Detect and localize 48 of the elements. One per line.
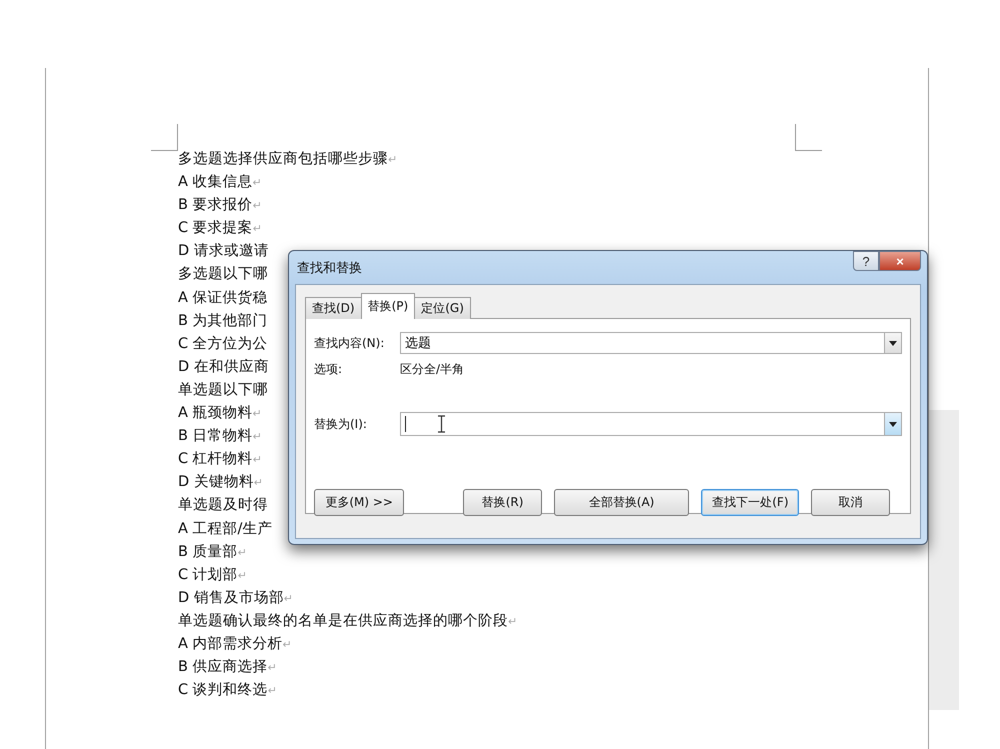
document-line: 单选题及时得	[178, 496, 268, 516]
caret-icon	[889, 340, 897, 346]
document-line: 单选题确认最终的名单是在供应商选择的哪个阶段↵	[178, 612, 518, 631]
dialog-button[interactable]: 替换(R)	[463, 489, 542, 516]
text-caret-icon	[405, 416, 406, 432]
dialog-button[interactable]: 查找下一处(F)	[701, 489, 800, 516]
document-line: C 谈判和终选↵	[178, 681, 277, 700]
document-line: 单选题以下哪	[178, 380, 268, 400]
document-line: D 在和供应商	[178, 358, 269, 377]
find-field[interactable]: 选题	[400, 332, 884, 354]
dropdown-button[interactable]	[884, 332, 902, 354]
document-line: A 收集信息↵	[178, 173, 262, 192]
document-line: D 请求或邀请	[178, 242, 269, 262]
document-line: B 为其他部门	[178, 312, 268, 331]
document-line: C 计划部↵	[178, 566, 247, 585]
dialog-button[interactable]: 取消	[811, 489, 890, 516]
dialog-tab[interactable]: 定位(G)	[414, 297, 471, 319]
dialog-tab[interactable]: 查找(D)	[305, 297, 362, 319]
document-line: C 杠杆物料↵	[178, 450, 262, 470]
help-button[interactable]: ?	[853, 251, 879, 271]
document-line: A 保证供货稳	[178, 288, 268, 308]
caret-icon	[889, 422, 897, 426]
document-line: C 全方位为公	[178, 334, 268, 354]
dialog-title: 查找和替换	[297, 260, 362, 276]
document-line: A 瓶颈物料↵	[178, 404, 262, 424]
document-line: D 关键物料↵	[178, 473, 263, 492]
document-line: B 要求报价↵	[178, 196, 262, 216]
document-line: C 要求提案↵	[178, 218, 262, 238]
document-line: D 销售及市场部↵	[178, 588, 293, 608]
document-line: A 工程部/生产	[178, 520, 272, 538]
options-label: 选项:	[314, 360, 344, 378]
crop-mark-icon	[151, 124, 178, 151]
field-label: 替换为(I):	[314, 416, 368, 432]
document-line: A 内部需求分析↵	[178, 634, 292, 654]
document-line: B 质量部↵	[178, 542, 247, 562]
dropdown-button[interactable]	[884, 412, 902, 436]
document-line: B 供应商选择↵	[178, 658, 277, 678]
crop-mark-icon	[795, 124, 822, 151]
dialog-button[interactable]: 更多(M) >>	[314, 489, 404, 516]
field-label: 查找内容(N):	[314, 334, 386, 352]
text-cursor-icon	[438, 415, 445, 433]
dialog-tab[interactable]: 替换(P)	[360, 293, 416, 319]
document-line: B 日常物料↵	[178, 427, 262, 446]
options-value: 区分全/半角	[400, 360, 464, 378]
document-line: 多选题以下哪	[178, 265, 268, 284]
replace-field[interactable]	[400, 412, 884, 436]
dialog-button[interactable]: 全部替换(A)	[554, 489, 690, 516]
document-line: 多选题选择供应商包括哪些步骤↵	[178, 150, 398, 169]
